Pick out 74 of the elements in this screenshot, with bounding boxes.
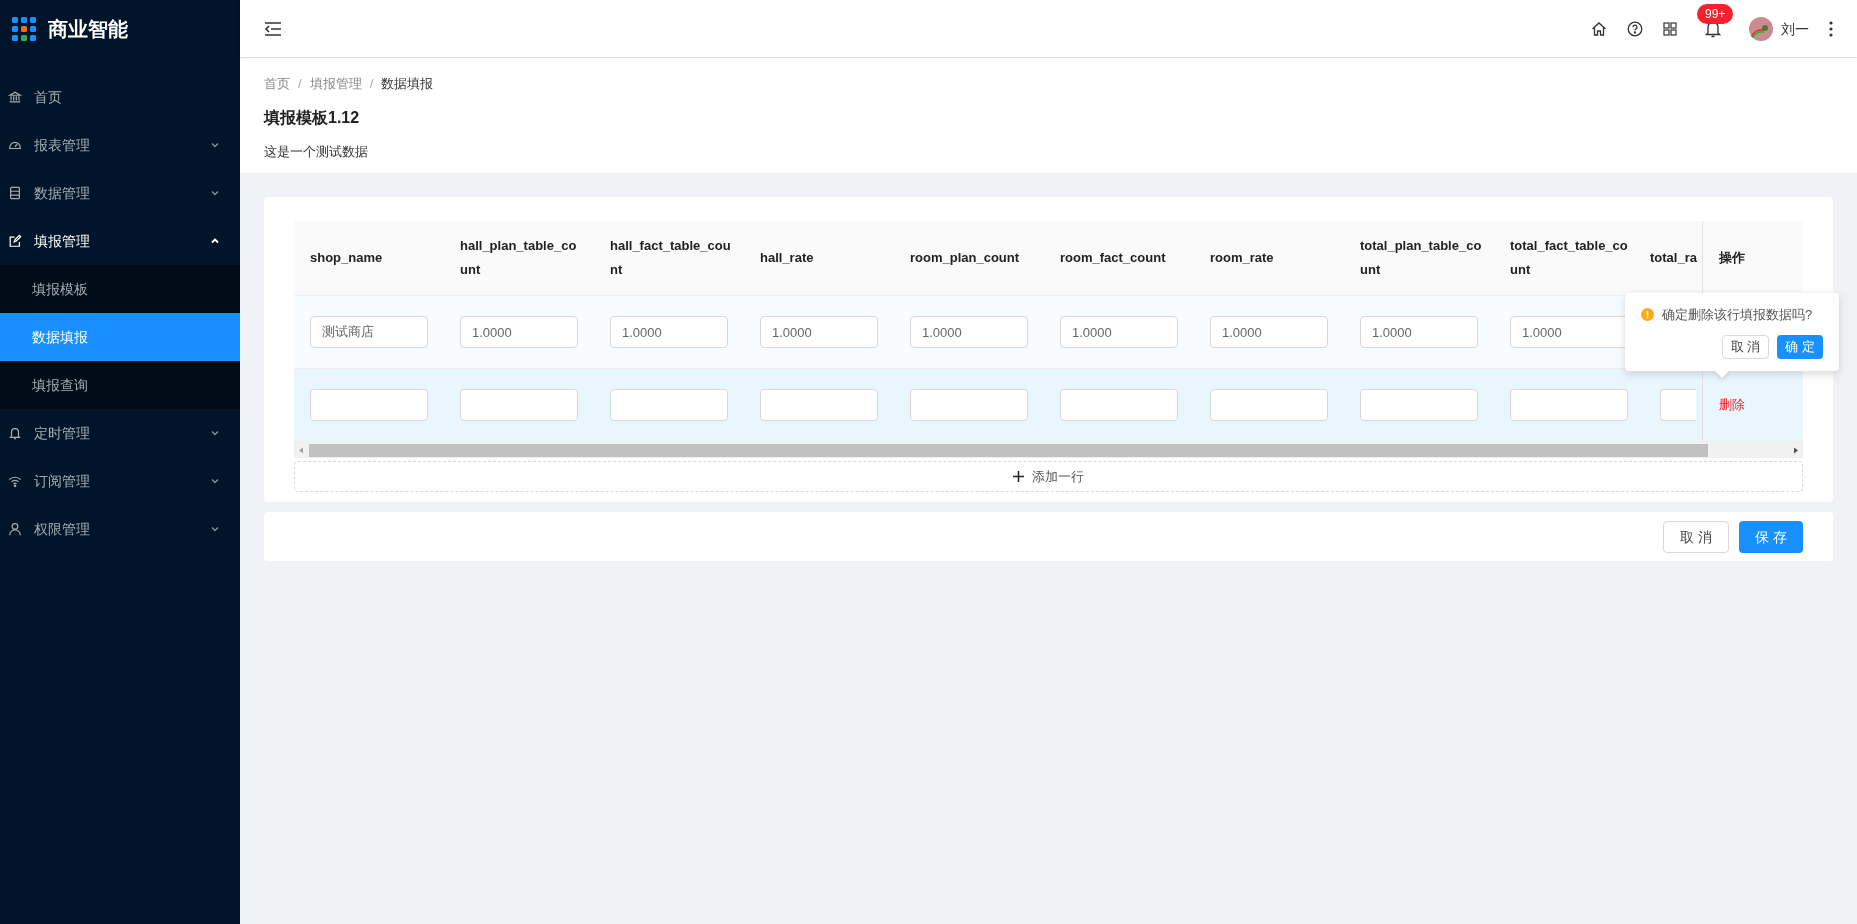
cell-input[interactable]: 1.0000 (910, 316, 1028, 348)
app-title: 商业智能 (48, 16, 128, 42)
logo-icon (12, 16, 36, 41)
column-header: 操作 (1719, 249, 1745, 268)
cell-input[interactable] (310, 389, 428, 421)
horizontal-scrollbar[interactable] (294, 443, 1803, 458)
cell-input[interactable]: 1.0000 (460, 316, 578, 348)
help-icon[interactable] (1627, 20, 1643, 37)
cell-input[interactable]: 1.0000 (760, 316, 878, 348)
scrollbar-thumb[interactable] (309, 444, 1708, 457)
menu-item[interactable]: 填报管理 (0, 217, 240, 265)
menu-item[interactable]: 定时管理 (0, 409, 240, 457)
column-header: room_fact_count (1060, 249, 1167, 267)
cell-input[interactable] (1210, 389, 1328, 421)
cell-input[interactable] (1510, 389, 1628, 421)
wifi-icon (8, 474, 22, 488)
cell-input[interactable] (1360, 389, 1478, 421)
page-title: 填报模板1.12 (264, 107, 361, 128)
breadcrumb-link[interactable]: 首页 (264, 74, 290, 94)
submenu-item[interactable]: 数据填报 (0, 313, 240, 361)
page-description: 这是一个测试数据 (264, 142, 369, 161)
avatar-icon[interactable] (1749, 16, 1773, 41)
menu-fold-icon[interactable] (264, 20, 282, 37)
cell-input[interactable] (1660, 389, 1696, 421)
save-button[interactable]: 保 存 (1739, 520, 1803, 553)
cell-input[interactable] (910, 389, 1028, 421)
menu-item[interactable]: 订阅管理 (0, 457, 240, 505)
column-header: total_ra (1650, 249, 1697, 267)
column-header: room_rate (1210, 249, 1275, 267)
menu-item[interactable]: 数据管理 (0, 169, 240, 217)
column-header: room_plan_count (910, 249, 1021, 267)
cell-input[interactable]: 1.0000 (1360, 316, 1478, 348)
cell-input[interactable] (460, 389, 578, 421)
bank-icon (8, 90, 22, 104)
cancel-button[interactable]: 取 消 (1663, 520, 1730, 553)
menu-item[interactable]: 权限管理 (0, 505, 240, 553)
delete-link[interactable]: 删除 (1719, 395, 1745, 415)
column-header: shop_name (310, 249, 384, 267)
popconfirm-message: 确定删除该行填报数据吗? (1662, 306, 1813, 324)
breadcrumb-separator: / (298, 75, 302, 93)
notification-badge: 99+ (1697, 3, 1734, 24)
cell-input[interactable]: 1.0000 (610, 316, 728, 348)
add-row-button[interactable]: 添加一行 (294, 461, 1803, 492)
breadcrumb-link[interactable]: 数据填报 (381, 74, 434, 94)
apps-icon[interactable] (1663, 21, 1677, 36)
cell-input[interactable]: 测试商店 (310, 316, 428, 348)
cell-input[interactable] (610, 389, 728, 421)
edit-icon (8, 234, 22, 248)
home-icon[interactable] (1591, 20, 1607, 37)
warning-icon (1641, 308, 1654, 322)
column-header: hall_fact_table_count (610, 237, 732, 279)
cancel-button[interactable]: 取 消 (1721, 334, 1770, 359)
cell-input[interactable]: 1.0000 (1210, 316, 1328, 348)
submenu-item[interactable]: 填报查询 (0, 361, 240, 409)
cell-input[interactable] (760, 389, 878, 421)
more-icon[interactable] (1829, 20, 1833, 37)
menu-item[interactable]: 首页 (0, 73, 240, 121)
user-icon (8, 522, 22, 536)
database-icon (8, 186, 22, 200)
column-header: total_fact_table_count (1510, 237, 1629, 279)
column-header: total_plan_table_count (1360, 237, 1482, 279)
submenu-item[interactable]: 填报模板 (0, 265, 240, 313)
confirm-button[interactable]: 确 定 (1777, 334, 1823, 359)
cell-input[interactable]: 1.0000 (1510, 316, 1628, 348)
cell-input[interactable] (1060, 389, 1178, 421)
bell-icon (8, 426, 22, 440)
menu-item[interactable]: 报表管理 (0, 121, 240, 169)
breadcrumb-separator: / (369, 75, 374, 93)
breadcrumb-link[interactable]: 填报管理 (309, 74, 362, 94)
column-header: hall_rate (760, 249, 815, 267)
user-name[interactable]: 刘一 (1781, 18, 1809, 39)
plus-icon (1013, 471, 1024, 482)
column-header: hall_plan_table_count (460, 237, 578, 279)
cell-input[interactable]: 1.0000 (1060, 316, 1178, 348)
